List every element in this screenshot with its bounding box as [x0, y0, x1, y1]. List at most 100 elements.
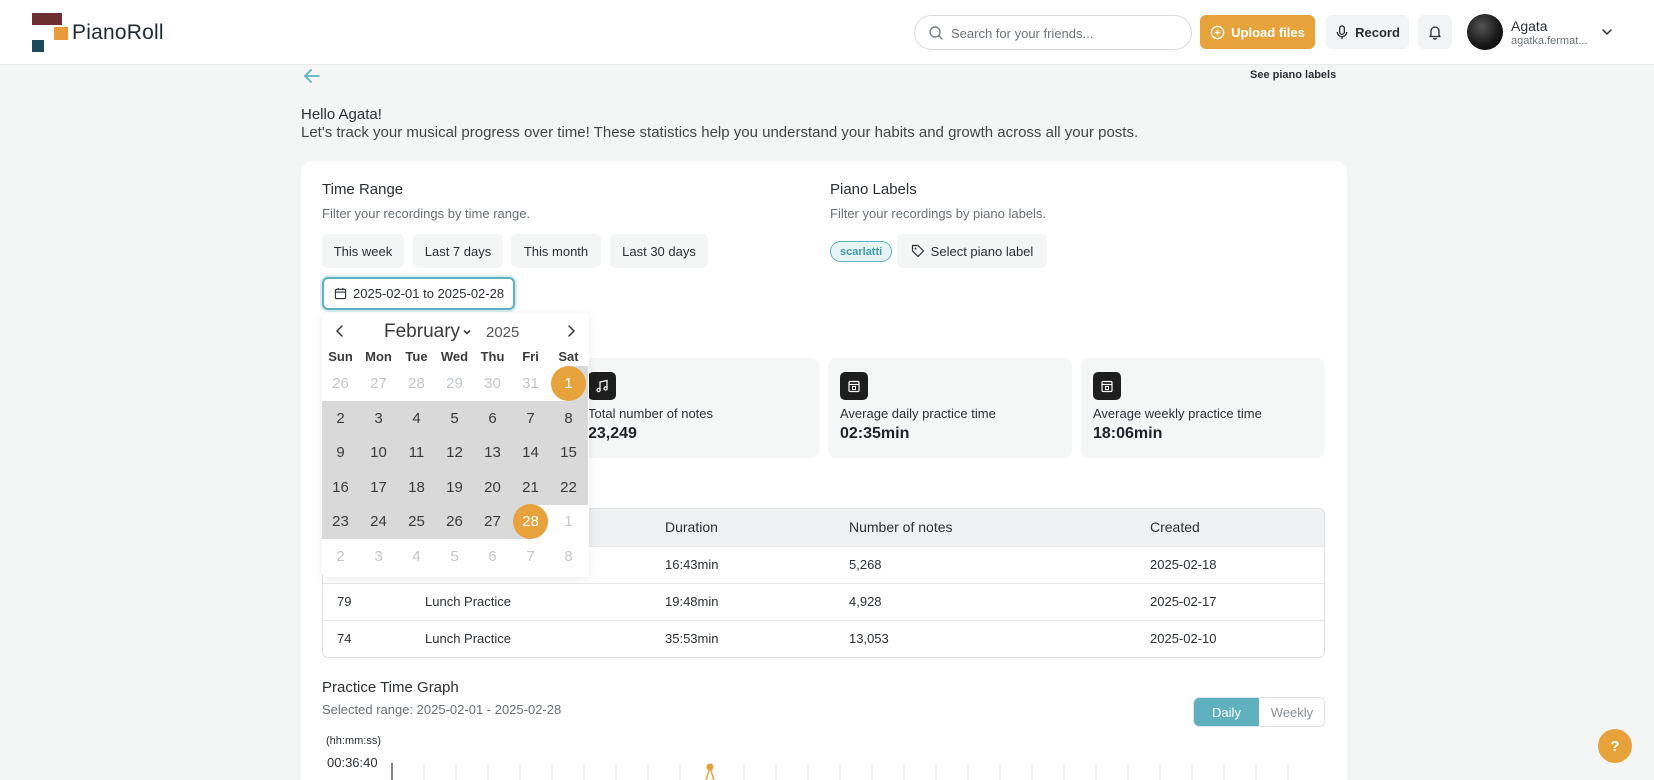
toggle-weekly[interactable]: Weekly [1259, 698, 1324, 726]
stat-card-avg-daily: Average daily practice time 02:35min [828, 358, 1072, 458]
search-box[interactable] [914, 15, 1192, 50]
cell-created: 2025-02-18 [1150, 557, 1217, 572]
calendar-day[interactable]: 6 [473, 400, 512, 436]
calendar-day[interactable]: 29 [436, 366, 474, 401]
calendar-day[interactable]: 31 [512, 366, 550, 401]
calendar-icon [840, 372, 868, 400]
calendar-day[interactable]: 3 [360, 539, 398, 574]
calendar-day[interactable]: 23 [321, 504, 360, 539]
column-header-created[interactable]: Created [1150, 519, 1200, 535]
select-piano-label-button[interactable]: Select piano label [897, 234, 1047, 268]
calendar-weekday: Mon [365, 349, 392, 364]
upload-files-button[interactable]: Upload files [1200, 15, 1315, 49]
calendar-day[interactable]: 2 [322, 539, 360, 574]
calendar-day[interactable]: 18 [397, 469, 436, 505]
graph-y-unit: (hh:mm:ss) [326, 735, 381, 747]
calendar-day[interactable]: 14 [511, 435, 550, 470]
chip-this-month[interactable]: This month [511, 234, 601, 268]
upload-files-label: Upload files [1231, 24, 1305, 40]
stat-label: Average weekly practice time [1093, 406, 1262, 421]
see-piano-labels-link[interactable]: See piano labels [1250, 69, 1336, 81]
calendar-day[interactable]: 26 [435, 504, 474, 539]
chevron-left-icon[interactable] [330, 321, 350, 341]
calendar-day[interactable]: 19 [435, 469, 474, 505]
calendar-day[interactable]: 13 [473, 435, 512, 470]
calendar-day[interactable]: 22 [549, 469, 588, 505]
column-header-notes[interactable]: Number of notes [849, 519, 953, 535]
intro-text: Let's track your musical progress over t… [301, 124, 1139, 141]
calendar-day[interactable]: 10 [359, 435, 398, 470]
calendar-day[interactable]: 28 [511, 504, 550, 539]
calendar-day[interactable]: 20 [473, 469, 512, 505]
calendar-day[interactable]: 12 [435, 435, 474, 470]
calendar-day[interactable]: 25 [397, 504, 436, 539]
calendar-day-selected[interactable]: 1 [551, 366, 586, 401]
stat-label: Average daily practice time [840, 406, 996, 421]
calendar-day[interactable]: 4 [398, 539, 436, 574]
calendar-weekday: Fri [522, 349, 539, 364]
calendar-day[interactable]: 7 [512, 539, 550, 574]
calendar-day[interactable]: 1 [550, 504, 588, 539]
back-arrow-icon[interactable] [302, 66, 322, 86]
time-range-title: Time Range [322, 181, 404, 198]
calendar-day[interactable]: 21 [511, 469, 550, 505]
calendar-day[interactable]: 3 [359, 400, 398, 436]
calendar-day[interactable]: 4 [397, 400, 436, 436]
chevron-down-icon[interactable] [1600, 25, 1614, 39]
calendar-day[interactable]: 2 [321, 400, 360, 436]
app-logo[interactable]: PianoRoll [32, 13, 172, 53]
cell-id: 79 [337, 594, 352, 609]
chevron-right-icon[interactable] [561, 321, 581, 341]
calendar-weekday: Sun [328, 349, 353, 364]
table-row[interactable]: 74 Lunch Practice 35:53min 13,053 2025-0… [323, 620, 1324, 657]
calendar-day[interactable]: 26 [322, 366, 360, 401]
graph-subtitle: Selected range: 2025-02-01 - 2025-02-28 [322, 702, 562, 717]
calendar-day-selected[interactable]: 28 [513, 504, 548, 539]
calendar-day[interactable]: 17 [359, 469, 398, 505]
calendar-month-select[interactable]: February [384, 321, 472, 343]
user-avatar[interactable] [1467, 14, 1503, 50]
record-button[interactable]: Record [1326, 15, 1409, 49]
notifications-button[interactable] [1418, 15, 1452, 49]
calendar-year-input[interactable]: 2025 [486, 324, 519, 341]
search-icon [929, 26, 943, 40]
calendar-weekday: Wed [440, 349, 469, 364]
calendar-day[interactable]: 28 [398, 366, 436, 401]
calendar-day[interactable]: 5 [436, 539, 474, 574]
column-header-duration[interactable]: Duration [665, 519, 718, 535]
calendar-day[interactable]: 11 [397, 435, 436, 470]
graph-y-tick: 00:36:40 [327, 755, 378, 770]
calendar-day[interactable]: 30 [474, 366, 512, 401]
calendar-day[interactable]: 16 [321, 469, 360, 505]
calendar-day[interactable]: 15 [549, 435, 588, 470]
calendar-day[interactable]: 8 [550, 539, 588, 574]
calendar-month-label: February [384, 321, 461, 342]
calendar-day[interactable]: 27 [360, 366, 398, 401]
date-range-input[interactable]: 2025-02-01 to 2025-02-28 [322, 277, 515, 310]
calendar-day[interactable]: 7 [511, 400, 550, 436]
stat-card-avg-weekly: Average weekly practice time 18:06min [1081, 358, 1325, 458]
calendar-day[interactable]: 1 [549, 366, 588, 401]
search-input[interactable] [951, 22, 1181, 44]
cell-notes: 5,268 [849, 557, 882, 572]
time-range-subtitle: Filter your recordings by time range. [322, 206, 531, 221]
piano-label-badge[interactable]: scarlatti [830, 241, 893, 262]
chip-last-7-days[interactable]: Last 7 days [413, 234, 503, 268]
user-name[interactable]: Agata [1511, 18, 1548, 34]
calendar-day[interactable]: 8 [549, 400, 588, 436]
cell-name: Lunch Practice [425, 594, 511, 609]
table-row[interactable]: 79 Lunch Practice 19:48min 4,928 2025-02… [323, 583, 1324, 620]
cell-duration: 35:53min [665, 631, 719, 646]
help-button[interactable]: ? [1598, 729, 1632, 763]
calendar-day[interactable]: 27 [473, 504, 512, 539]
microphone-icon [1336, 24, 1348, 39]
calendar-day[interactable]: 9 [321, 435, 360, 470]
select-piano-label-text: Select piano label [930, 243, 1034, 259]
calendar-day[interactable]: 5 [435, 400, 474, 436]
chip-this-week[interactable]: This week [322, 234, 404, 268]
calendar-day[interactable]: 24 [359, 504, 398, 539]
chip-last-30-days[interactable]: Last 30 days [610, 234, 708, 268]
calendar-day[interactable]: 6 [474, 539, 512, 574]
toggle-daily[interactable]: Daily [1194, 698, 1259, 726]
stat-value: 23,249 [588, 425, 637, 442]
